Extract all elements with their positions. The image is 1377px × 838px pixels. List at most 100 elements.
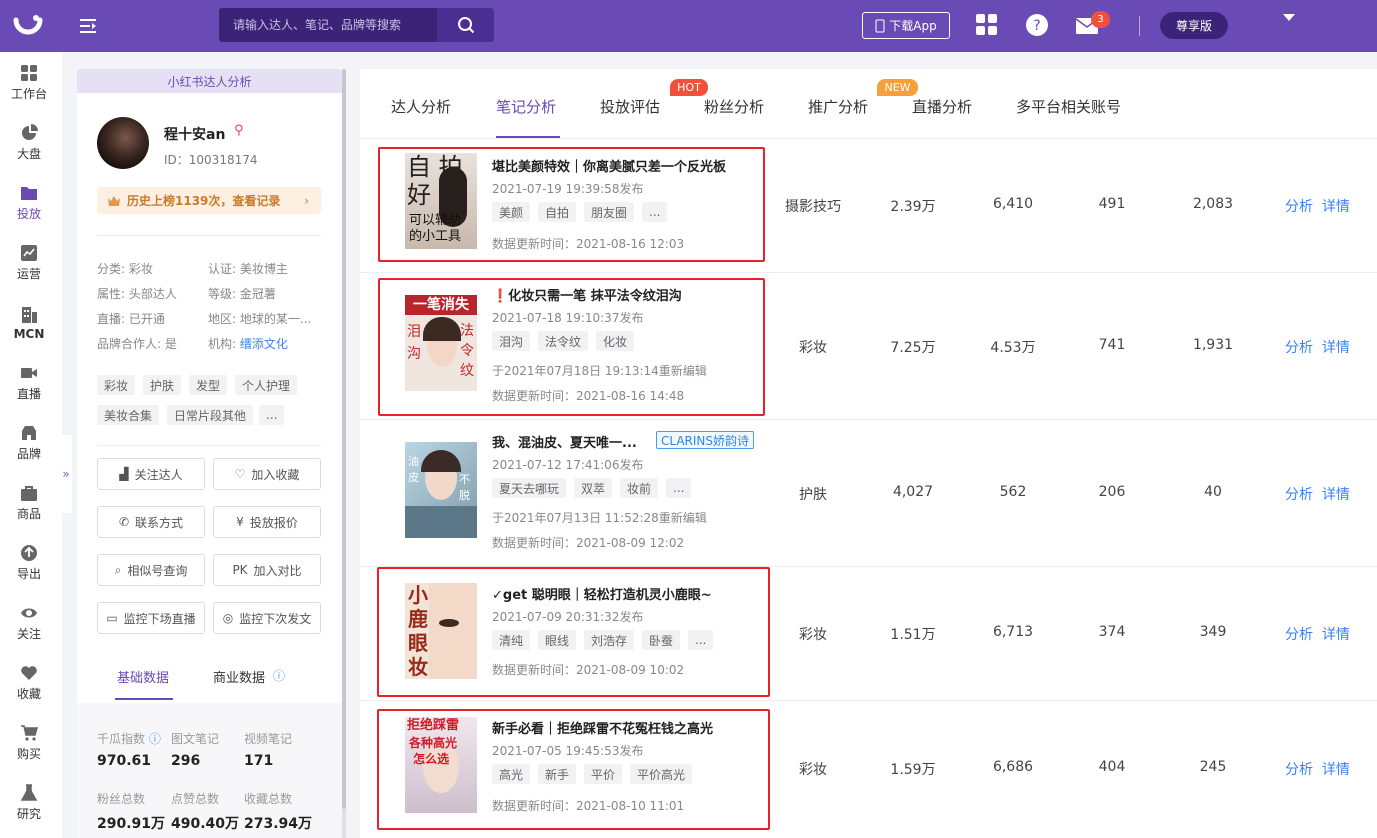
agency-link[interactable]: 缙添文化 [240,337,288,351]
brand-tag[interactable]: CLARINS娇韵诗 [656,431,755,449]
nav-market[interactable]: 大盘 [0,115,58,171]
nav-label: MCN [13,326,45,341]
tab-live-analysis[interactable]: 直播分析 [912,96,972,117]
tab-multi-platform[interactable]: 多平台相关账号 [1016,96,1121,117]
note-thumbnail[interactable]: 油皮 不脱 [405,442,477,538]
creator-id: ID：100318174 [164,153,258,167]
stats-area: 千瓜指数 ⓘ 图文笔记 视频笔记 970.61 296 171 粉丝总数 点赞总… [77,703,342,838]
search-button[interactable] [437,8,494,42]
monitor-post-button[interactable]: ◎ 监控下次发文 [213,602,321,634]
detail-link[interactable]: 详情 [1322,199,1350,215]
analyze-link[interactable]: 分析 [1285,199,1313,215]
stat-value: 171 [244,753,274,769]
add-favorite-button[interactable]: ♡ 加入收藏 [213,458,321,490]
note-metric: 7.25万 [890,340,936,356]
search-icon [457,17,474,34]
detail-link[interactable]: 详情 [1322,627,1350,643]
nav-workbench[interactable]: 工作台 [0,55,58,111]
nav-label: 购买 [16,747,41,761]
tab-creator-analysis[interactable]: 达人分析 [391,96,451,117]
video-camera-icon [21,368,37,378]
tab-placement-evaluation[interactable]: 投放评估 [600,96,660,117]
nav-live[interactable]: 直播 [0,355,58,411]
help-icon[interactable]: ? [1025,13,1049,37]
detail-link[interactable]: 详情 [1322,762,1350,778]
add-compare-button[interactable]: PK 加入对比 [213,554,321,586]
nav-research[interactable]: 研究 [0,775,58,831]
note-title[interactable]: 我、混油皮、夏天唯一... [492,432,637,451]
note-category: 彩妆 [799,762,827,778]
monitor-live-button[interactable]: ▭ 监控下场直播 [97,602,205,634]
stat-label: 点赞总数 [171,792,220,806]
vip-button[interactable]: 尊享版 [1160,12,1228,39]
collapse-panel-button[interactable]: » [60,435,72,513]
rank-history-text: 历史上榜1139次，查看记录 [127,194,281,208]
cart-icon [21,725,38,741]
note-tag-more[interactable]: ... [666,478,692,498]
info-brand-partner: 品牌合作人: 是 [97,337,177,351]
info-category: 分类: 彩妆 [97,262,153,276]
tab-business-data[interactable]: 商业数据 [213,667,265,686]
note-metric: 4.53万 [990,340,1036,356]
account-dropdown-icon[interactable] [1283,14,1295,21]
nav-label: 导出 [16,567,41,581]
note-metric: 6,686 [992,759,1034,775]
contact-button[interactable]: ✆ 联系方式 [97,506,205,538]
note-metric: 206 [1098,484,1126,500]
nav-brand[interactable]: 品牌 [0,415,58,471]
help-icon[interactable]: ⓘ [273,667,285,684]
topbar-divider [1139,16,1140,36]
menu-toggle-icon[interactable] [78,16,98,36]
nav-mcn[interactable]: MCN [0,295,58,351]
highlight-box [377,709,770,830]
phone-icon [875,19,885,32]
nav-product[interactable]: 商品 [0,475,58,531]
profile-panel: 小红书达人分析 程十安an ⚲ ID：100318174 历史上榜1139次，查… [77,69,342,838]
note-update-time: 数据更新时间：2021-08-09 12:02 [492,536,685,550]
tab-basic-data[interactable]: 基础数据 [117,667,169,686]
location-icon: ◎ [222,611,234,625]
quote-button[interactable]: ¥ 投放报价 [213,506,321,538]
download-app-button[interactable]: 下载App [862,12,950,39]
eye-icon [21,608,37,618]
tab-underline [115,698,173,700]
nav-export[interactable]: 导出 [0,535,58,591]
note-category: 摄影技巧 [785,199,841,215]
heart-icon [21,666,37,680]
video-icon: ▭ [106,611,118,625]
nav-operation[interactable]: 运营 [0,235,58,291]
nav-purchase[interactable]: 购买 [0,715,58,771]
search-input[interactable] [219,8,437,42]
creator-tag: 美妆合集 [97,405,160,425]
follow-creator-button[interactable]: ▟ 关注达人 [97,458,205,490]
hot-badge: HOT [670,79,708,96]
stat-label: 千瓜指数 ⓘ [97,732,161,746]
nav-favorites[interactable]: 收藏 [0,655,58,711]
rank-history-link[interactable]: 历史上榜1139次，查看记录 › [97,187,321,214]
nav-placement[interactable]: 投放 [0,175,58,231]
tab-fans-analysis[interactable]: 粉丝分析 [704,96,764,117]
creator-tag-more[interactable]: ... [259,405,285,425]
note-tag: 妆前 [620,478,659,498]
logo-icon[interactable] [12,10,44,42]
analyze-link[interactable]: 分析 [1285,487,1313,503]
new-badge: NEW [877,79,918,96]
similar-accounts-button[interactable]: ⌕ 相似号查询 [97,554,205,586]
flask-icon [20,784,38,801]
creator-tag: 日常片段其他 [167,405,254,425]
detail-link[interactable]: 详情 [1322,487,1350,503]
nav-follow[interactable]: 关注 [0,595,58,651]
tab-note-analysis[interactable]: 笔记分析 [496,96,556,117]
nav-label: 大盘 [16,147,41,161]
detail-link[interactable]: 详情 [1322,340,1350,356]
analyze-link[interactable]: 分析 [1285,340,1313,356]
apps-grid-icon[interactable] [975,13,999,37]
pk-icon: PK [232,563,248,577]
trend-icon [21,245,37,261]
analyze-link[interactable]: 分析 [1285,762,1313,778]
panel-scrollbar[interactable] [342,69,346,838]
analyze-link[interactable]: 分析 [1285,627,1313,643]
nav-label: 研究 [16,807,41,821]
tab-promotion-analysis[interactable]: 推广分析 [808,96,868,117]
note-tag: 夏天去哪玩 [492,478,567,498]
